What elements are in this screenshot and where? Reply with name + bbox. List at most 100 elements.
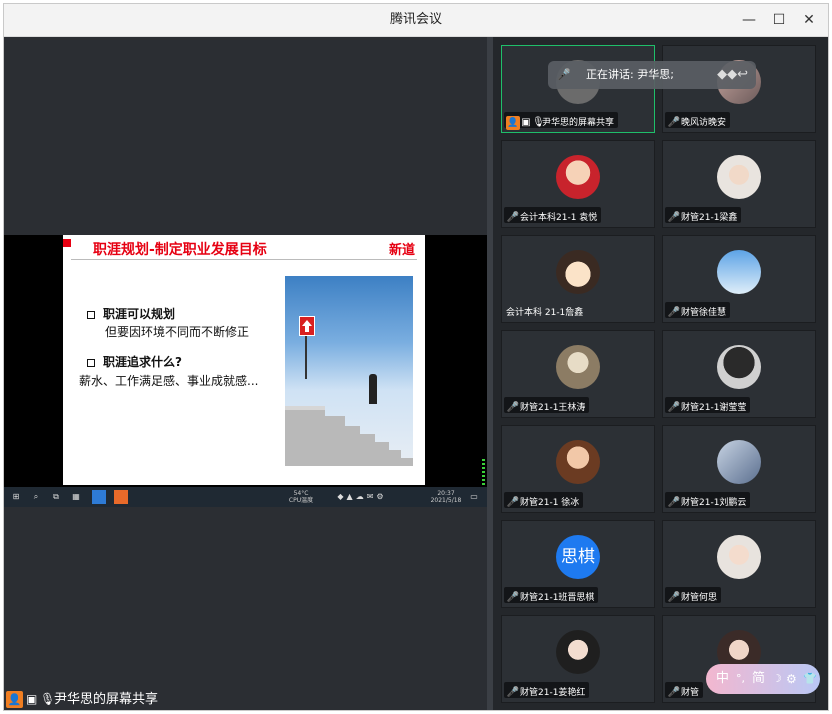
ime-language[interactable]: 中 [716, 664, 729, 694]
meeting-app-icon [92, 490, 106, 504]
participant-name: 财管21-1王林涛 [520, 402, 586, 413]
participant-tile[interactable]: 🎤财管何思 [662, 520, 816, 608]
share-label-bar: 👤 ▣ 🎙 尹华思的屏幕共享 [4, 689, 204, 710]
ime-punct-icon[interactable]: °, [736, 664, 745, 694]
stairs-picture [285, 276, 413, 466]
title-bar: 腾讯会议 — ☐ ✕ [4, 4, 828, 37]
tile-name-bar: 🎤财管何思 [665, 587, 722, 603]
avatar [717, 155, 761, 199]
store-icon: ▦ [72, 492, 80, 501]
slide-bullet-1: 职涯可以规划 [87, 305, 175, 322]
avatar [717, 535, 761, 579]
participant-tile[interactable]: 🎤财管徐佳慧 [662, 235, 816, 323]
participant-name: 财管21-1班晋思棋 [520, 592, 595, 603]
mic-muted-icon: 🎤 [506, 211, 520, 223]
mic-muted-icon: 🎤 [667, 496, 681, 508]
tile-name-bar: 🎤财管 [665, 682, 704, 698]
meeting-window: 腾讯会议 — ☐ ✕ 职涯规划-制定职业发展目标 新道 职涯可以规划 但要因环境… [3, 3, 829, 711]
moon-icon[interactable]: ☽ [772, 664, 782, 694]
tile-name-bar: 🎤会计本科21-1 袁悦 [504, 207, 602, 223]
avatar [717, 345, 761, 389]
speaker-mic-icon: 🎤 [557, 68, 571, 81]
tile-name-bar: 🎤财管21-1 徐冰 [504, 492, 584, 508]
mic-muted-icon: 🎤 [506, 496, 520, 508]
tile-name-bar: 🎤财管21-1班晋思棋 [504, 587, 599, 603]
skin-icon[interactable]: 👕 [803, 664, 817, 694]
tile-name-bar: 🎤财管21-1王林涛 [504, 397, 590, 413]
slide-red-marker [63, 239, 71, 247]
minimize-button[interactable]: — [734, 4, 764, 36]
search-icon: ⌕ [33, 492, 39, 501]
tile-name-bar: 🎤晚风访晚安 [665, 112, 731, 128]
tile-name-bar: 👤 ▣🎙尹华思的屏幕共享 [504, 112, 619, 130]
participant-name: 财管21-1姜艳红 [520, 687, 586, 698]
participant-tile[interactable]: 会计本科 21-1詹鑫 [501, 235, 655, 323]
avatar: 思棋 [556, 535, 600, 579]
avatar [556, 250, 600, 294]
participant-tile[interactable]: 思棋 🎤财管21-1班晋思棋 [501, 520, 655, 608]
slide-title: 职涯规划-制定职业发展目标 [93, 242, 267, 258]
mic-muted-icon: 🎤 [506, 591, 520, 603]
maximize-button[interactable]: ☐ [764, 4, 794, 36]
gear-icon[interactable]: ⚙ [786, 664, 797, 694]
mic-muted-icon: 🎤 [667, 686, 681, 698]
tile-name-bar: 🎤财管21-1谢莹莹 [665, 397, 751, 413]
tile-name-bar: 🎤财管21-1梁鑫 [665, 207, 742, 223]
close-button[interactable]: ✕ [794, 4, 824, 36]
media-app-icon [114, 490, 128, 504]
mic-muted-icon: 🎤 [667, 116, 681, 128]
bullet-square-icon [87, 358, 95, 367]
participant-name: 尹华思的屏幕共享 [542, 117, 615, 128]
participant-name: 财管 [681, 687, 700, 698]
avatar [556, 155, 600, 199]
participant-tile[interactable]: 🎤晚风访晚安 [662, 45, 816, 133]
tray-icons: ◆▲☁✉⚙ [337, 492, 387, 501]
participant-name: 财管何思 [681, 592, 718, 603]
speaking-text: 正在讲话: 尹华思; [586, 68, 674, 81]
participant-name: 会计本科21-1 袁悦 [520, 212, 598, 223]
host-user-icon: 👤 [6, 691, 23, 708]
participant-name: 财管21-1 徐冰 [520, 497, 580, 508]
bullet-square-icon [87, 310, 95, 319]
slide-bullet-2-text: 职涯追求什么? [103, 355, 182, 369]
participant-tile[interactable]: 🎤财管21-1姜艳红 [501, 615, 655, 703]
taskbar-clock: 20:37 2021/5/18 [430, 490, 462, 504]
presentation-slide: 职涯规划-制定职业发展目标 新道 职涯可以规划 但要因环境不同而不断修正 职涯追… [63, 235, 425, 485]
participant-name: 财管21-1谢莹莹 [681, 402, 747, 413]
participant-tile[interactable]: 👤 ▣🎙尹华思的屏幕共享 [501, 45, 655, 133]
avatar [717, 440, 761, 484]
participant-name: 财管21-1梁鑫 [681, 212, 738, 223]
main-share-area[interactable]: 职涯规划-制定职业发展目标 新道 职涯可以规划 但要因环境不同而不断修正 职涯追… [4, 37, 487, 710]
participant-name: 会计本科 21-1詹鑫 [506, 307, 584, 318]
share-owner-label: 尹华思的屏幕共享 [54, 692, 159, 707]
tile-name-bar: 🎤财管徐佳慧 [665, 302, 731, 318]
participant-tile[interactable]: 🎤财管21-1梁鑫 [662, 140, 816, 228]
mic-muted-icon: 🎤 [667, 591, 681, 603]
participant-tile[interactable]: 🎤财管21-1谢莹莹 [662, 330, 816, 418]
window-title: 腾讯会议 [389, 12, 442, 27]
participant-tile[interactable]: 🎤会计本科21-1 袁悦 [501, 140, 655, 228]
participant-tile[interactable]: 🎤财管21-1刘鹏云 [662, 425, 816, 513]
person-figure [369, 374, 377, 404]
host-user-icon: 👤 [506, 115, 520, 130]
screen-share-icon: ▣ [26, 692, 38, 706]
participant-name: 晚风访晚安 [681, 117, 727, 128]
speaking-toast: 🎤 正在讲话: 尹华思; ◆◆↩ [548, 61, 756, 89]
toast-collapse-icon[interactable]: ◆◆↩ [717, 61, 748, 89]
participant-tile[interactable]: 🎤财管21-1王林涛 [501, 330, 655, 418]
sign-pole [305, 334, 307, 379]
cpu-temp: 54°C CPU温度 [288, 490, 314, 504]
participant-name: 财管21-1刘鹏云 [681, 497, 747, 508]
ime-toolbar[interactable]: 中 °, 简 ☽ ⚙ 👕 [706, 664, 820, 694]
tile-name-bar: 🎤财管21-1姜艳红 [504, 682, 590, 698]
shared-screen: 职涯规划-制定职业发展目标 新道 职涯可以规划 但要因环境不同而不断修正 职涯追… [4, 235, 487, 507]
participant-tile[interactable]: 🎤财管21-1 徐冰 [501, 425, 655, 513]
mic-muted-icon: 🎤 [506, 686, 520, 698]
screen-share-icon: ▣ [521, 116, 531, 128]
notification-icon: ▭ [470, 492, 478, 501]
ime-mode[interactable]: 简 [752, 664, 765, 694]
participant-name: 财管徐佳慧 [681, 307, 727, 318]
slide-bullet-2: 职涯追求什么? [87, 353, 182, 370]
mic-muted-icon: 🎤 [667, 211, 681, 223]
avatar [556, 345, 600, 389]
